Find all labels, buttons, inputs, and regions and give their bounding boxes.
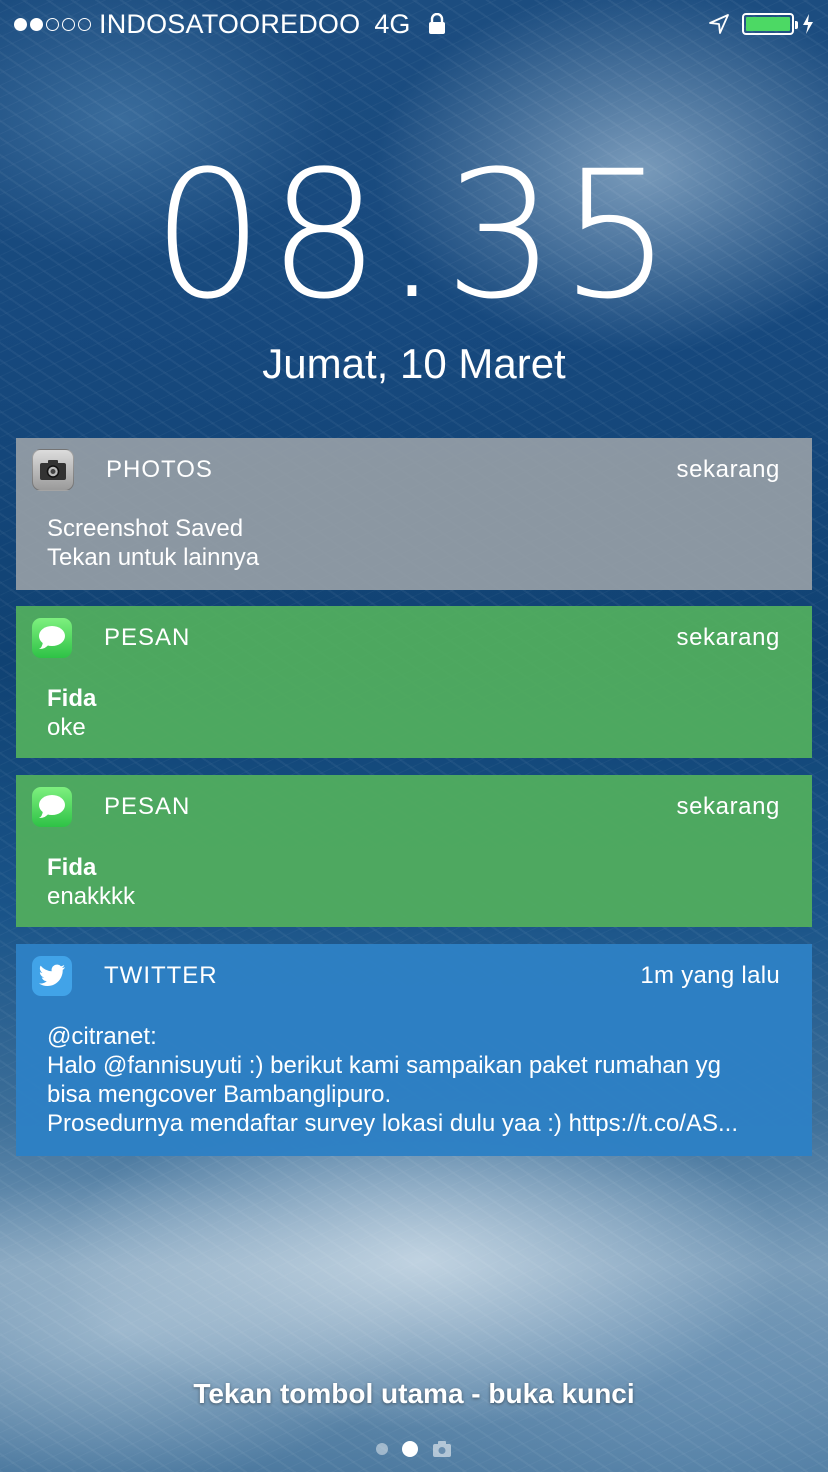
signal-dot <box>46 17 59 31</box>
notification-time: sekarang <box>676 456 780 483</box>
unlock-hint: Tekan tombol utama - buka kunci <box>193 1378 635 1409</box>
notification-app-name: PESAN <box>104 624 191 651</box>
lock-icon <box>429 13 446 34</box>
notification-header: TWITTER 1m yang lalu <box>32 956 780 996</box>
notification-message-line: Halo @fannisuyuti :) berikut kami sampai… <box>47 1052 722 1079</box>
notification-body: Screenshot Saved Tekan untuk lainnya <box>47 514 788 572</box>
notification-header: PESAN sekarang <box>32 618 780 658</box>
notification-message: enakkkk <box>47 883 136 910</box>
camera-icon[interactable] <box>432 1440 452 1458</box>
clock-hours: 08 <box>152 133 385 338</box>
page-dot-active[interactable] <box>402 1441 418 1457</box>
status-bar-right <box>708 13 814 35</box>
notification-message-line: Prosedurnya mendaftar survey lokasi dulu… <box>47 1110 738 1137</box>
notification-sender: Fida <box>47 685 97 712</box>
signal-dot <box>30 17 43 31</box>
signal-dot <box>62 17 75 31</box>
lock-screen-clock: 08.35 <box>0 148 828 324</box>
page-dot[interactable] <box>376 1443 388 1455</box>
clock-minutes: 35 <box>443 133 676 338</box>
charging-bolt-icon <box>803 14 813 34</box>
notification-message: Tekan untuk lainnya <box>47 544 260 571</box>
notification-body: Fida enakkkk <box>47 853 788 911</box>
lock-screen-date: Jumat, 10 Maret <box>262 340 566 387</box>
carrier-name: INDOSATOOREDOO <box>99 8 361 39</box>
notification-sender: Fida <box>47 854 97 881</box>
signal-dot <box>14 17 27 31</box>
notification-photos[interactable]: PHOTOS sekarang Screenshot Saved Tekan u… <box>16 438 812 590</box>
notification-body: @citranet: Halo @fannisuyuti :) berikut … <box>47 1022 788 1138</box>
notification-message-line: bisa mengcover Bambanglipuro. <box>47 1081 392 1108</box>
notification-message: oke <box>47 714 86 741</box>
notification-app-name: PHOTOS <box>106 456 213 483</box>
status-bar: INDOSATOOREDOO 4G <box>0 0 828 48</box>
page-indicator[interactable] <box>0 1440 828 1458</box>
battery-fill <box>746 17 790 31</box>
notification-title: @citranet: <box>47 1023 157 1050</box>
notification-time: sekarang <box>676 793 780 820</box>
notification-header: PHOTOS sekarang <box>32 449 780 491</box>
location-arrow-icon <box>709 14 729 34</box>
clock-separator: . <box>384 133 444 338</box>
notification-header: PESAN sekarang <box>32 787 780 827</box>
signal-strength-icon <box>14 17 91 31</box>
notification-app-name: PESAN <box>104 793 191 820</box>
notification-twitter[interactable]: TWITTER 1m yang lalu @citranet: Halo @fa… <box>16 944 812 1156</box>
messages-icon <box>32 787 72 827</box>
status-bar-left: INDOSATOOREDOO 4G <box>14 9 446 40</box>
notification-time: 1m yang lalu <box>640 962 780 989</box>
notification-pesan[interactable]: PESAN sekarang Fida enakkkk <box>16 775 812 927</box>
twitter-bird-icon <box>32 956 72 996</box>
signal-dot <box>78 17 91 31</box>
messages-icon <box>32 618 72 658</box>
notification-pesan[interactable]: PESAN sekarang Fida oke <box>16 606 812 758</box>
camera-icon <box>32 449 74 491</box>
notification-app-name: TWITTER <box>104 962 218 989</box>
notification-body: Fida oke <box>47 684 788 742</box>
notification-title: Screenshot Saved <box>47 515 244 542</box>
notification-time: sekarang <box>676 624 780 651</box>
network-type: 4G <box>374 8 411 39</box>
battery-icon <box>742 13 798 35</box>
